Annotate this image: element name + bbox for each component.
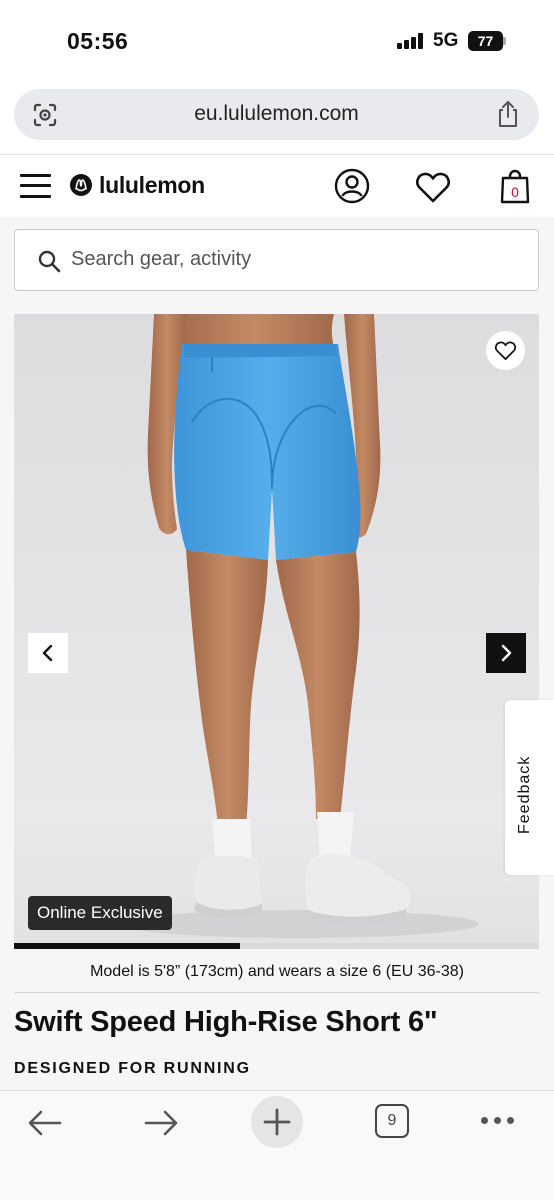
model-info: Model is 5'8” (173cm) and wears a size 6…	[90, 963, 464, 980]
battery-icon: 77	[468, 31, 506, 51]
chevron-right-icon	[501, 644, 512, 662]
tab-switcher-button[interactable]: 9	[375, 1104, 409, 1138]
plus-icon	[263, 1108, 291, 1136]
divider	[14, 992, 539, 993]
online-exclusive-badge: Online Exclusive	[28, 896, 172, 930]
status-bar: 05:56 5G 77	[0, 0, 554, 80]
signal-icon	[397, 33, 425, 49]
product-title: Swift Speed High-Rise Short 6"	[14, 1006, 438, 1038]
new-tab-button[interactable]	[251, 1096, 303, 1148]
search-icon	[38, 250, 61, 273]
chevron-left-icon	[42, 644, 53, 662]
search-field[interactable]: Search gear, activity	[14, 229, 539, 291]
feedback-tab[interactable]: Feedback	[505, 700, 554, 875]
gallery-progress	[14, 943, 539, 949]
browser-toolbar: 9	[0, 1090, 554, 1200]
share-icon[interactable]	[495, 100, 521, 128]
back-arrow-icon[interactable]	[27, 1108, 63, 1138]
wishlist-icon[interactable]	[415, 170, 451, 204]
brand-name[interactable]: lululemon	[99, 172, 205, 199]
shopping-bag-icon[interactable]: 0	[499, 169, 531, 205]
image-wishlist-button[interactable]	[486, 331, 525, 370]
menu-icon[interactable]	[20, 174, 51, 198]
status-time: 05:56	[67, 28, 129, 54]
product-activity-tag: DESIGNED FOR RUNNING	[14, 1060, 251, 1077]
feedback-label: Feedback	[516, 755, 533, 834]
account-icon[interactable]	[334, 168, 370, 204]
bag-outline-icon: 0	[500, 169, 530, 204]
forward-arrow-icon[interactable]	[143, 1108, 179, 1138]
site-header: lululemon 0	[0, 155, 554, 217]
address-bar[interactable]: eu.lululemon.com	[14, 89, 539, 140]
product-photo	[14, 314, 539, 944]
battery-level: 77	[468, 31, 503, 51]
previous-image-button[interactable]	[28, 633, 68, 673]
search-input[interactable]: Search gear, activity	[71, 248, 251, 271]
url-text[interactable]: eu.lululemon.com	[14, 102, 539, 126]
lululemon-logo-icon[interactable]	[70, 174, 92, 196]
bag-count: 0	[511, 184, 519, 200]
network-type: 5G	[433, 30, 459, 51]
heart-icon	[494, 341, 517, 361]
more-options-icon[interactable]	[481, 1117, 515, 1125]
next-image-button[interactable]	[486, 633, 526, 673]
product-image[interactable]	[14, 314, 539, 944]
gallery-progress-fill	[14, 943, 240, 949]
